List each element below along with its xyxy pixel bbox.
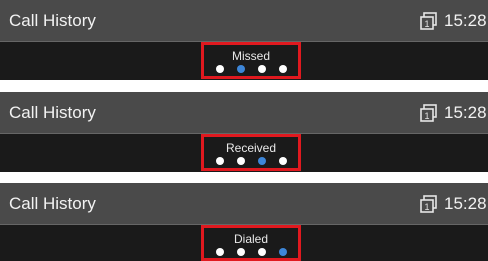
screen-title: Call History <box>9 102 96 122</box>
call-filter-tab-dialed[interactable]: Dialed <box>201 225 301 261</box>
svg-text:1: 1 <box>424 19 429 29</box>
status-bar: Call History 1 15:28 <box>0 0 488 42</box>
clock: 15:28 <box>444 102 487 122</box>
svg-text:1: 1 <box>424 202 429 212</box>
phone-screen-received: Call History 1 15:28 Received <box>0 92 488 172</box>
phone-screen-dialed: Call History 1 15:28 Dialed <box>0 183 488 261</box>
page-indicator <box>204 248 298 256</box>
call-history-screens: Call History 1 15:28 Missed Call History… <box>0 0 488 261</box>
page-dot-active <box>278 248 287 256</box>
status-right: 1 15:28 <box>420 11 487 31</box>
page-dot <box>278 157 287 165</box>
page-dot <box>236 248 245 256</box>
page-indicator <box>204 65 298 73</box>
page-dot <box>215 65 224 73</box>
page-dot <box>236 157 245 165</box>
page-dot <box>278 65 287 73</box>
line-1-icon: 1 <box>420 103 438 122</box>
page-dot <box>215 248 224 256</box>
svg-text:1: 1 <box>424 111 429 121</box>
page-dot-active <box>236 65 245 73</box>
status-bar: Call History 1 15:28 <box>0 92 488 134</box>
page-dot-active <box>257 157 266 165</box>
line-1-icon: 1 <box>420 194 438 213</box>
status-bar: Call History 1 15:28 <box>0 183 488 225</box>
line-1-icon: 1 <box>420 11 438 30</box>
screen-title: Call History <box>9 10 96 30</box>
phone-screen-missed: Call History 1 15:28 Missed <box>0 0 488 80</box>
screen-title: Call History <box>9 193 96 213</box>
clock: 15:28 <box>444 193 487 213</box>
page-dot <box>257 65 266 73</box>
tab-label: Received <box>225 141 277 155</box>
tab-label: Missed <box>231 49 270 63</box>
clock: 15:28 <box>444 10 487 30</box>
call-filter-tab-missed[interactable]: Missed <box>201 42 301 79</box>
status-right: 1 15:28 <box>420 103 487 123</box>
tab-label: Dialed <box>233 232 269 246</box>
page-indicator <box>204 157 298 165</box>
call-filter-tab-received[interactable]: Received <box>201 134 301 171</box>
status-right: 1 15:28 <box>420 194 487 214</box>
page-dot <box>257 248 266 256</box>
page-dot <box>215 157 224 165</box>
